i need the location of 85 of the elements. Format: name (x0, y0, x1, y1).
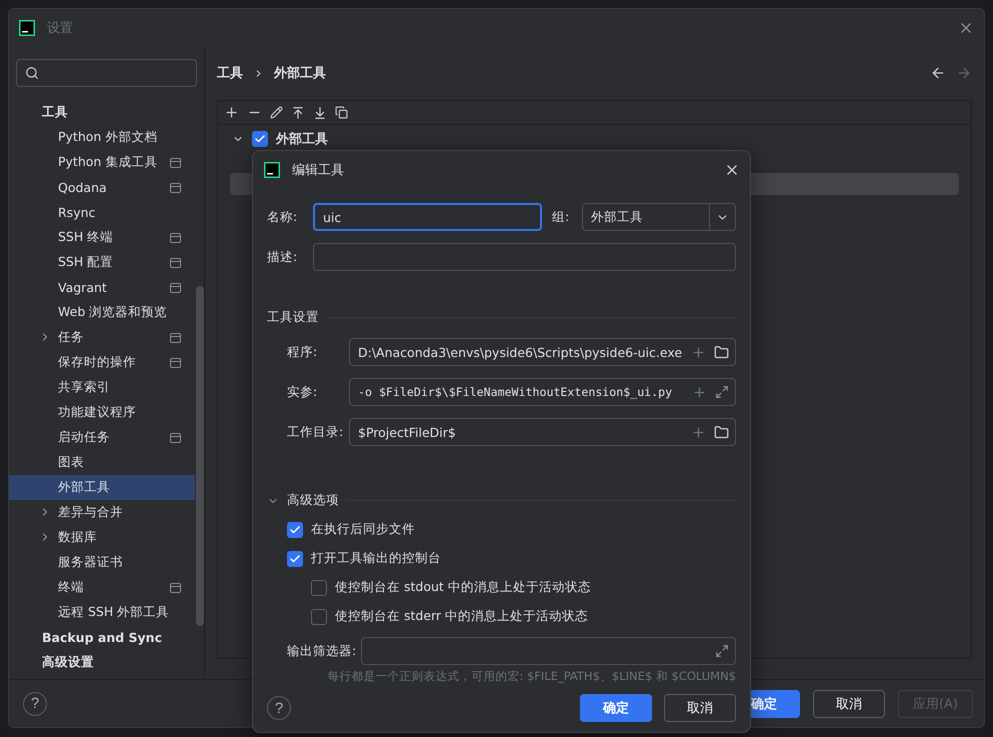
project-icon (170, 282, 181, 292)
option-label: 使控制台在 stdout 中的消息上处于活动状态 (335, 579, 591, 596)
field-label: 程序: (287, 344, 318, 361)
field-label: 名称: (267, 208, 298, 226)
sidebar-item[interactable]: 差异与合并 (9, 500, 195, 525)
dialog-button[interactable]: 取消 (664, 694, 736, 722)
sidebar-item[interactable]: Vagrant (9, 275, 195, 300)
checkbox[interactable] (252, 131, 268, 147)
sidebar-item[interactable]: 保存时的操作 (9, 350, 195, 375)
hint-text: 每行都是一个正则表达式，可用的宏: $FILE_PATH$、$LINE$ 和 $COLUMN$ (327, 669, 736, 684)
option-label: 使控制台在 stderr 中的消息上处于活动状态 (335, 608, 588, 626)
checkbox[interactable] (287, 550, 303, 567)
field-label: 输出筛选器: (287, 642, 355, 660)
app-logo-icon (19, 20, 35, 36)
project-icon (170, 358, 181, 368)
search-icon (25, 66, 39, 80)
input-field[interactable]: $ProjectFileDir$ (349, 418, 736, 446)
sidebar-item[interactable]: 任务 (9, 325, 195, 350)
project-icon (170, 158, 181, 168)
sidebar-item[interactable]: SSH 终端 (9, 225, 195, 250)
expand-icon[interactable] (715, 385, 729, 400)
option-label: 打开工具输出的控制台 (311, 550, 441, 568)
move-down-icon[interactable] (313, 106, 327, 120)
sidebar-item[interactable]: Web 浏览器和预览 (9, 300, 195, 325)
help-button[interactable]: ? (267, 696, 291, 720)
field-label: 实参: (287, 384, 318, 401)
dialog-button[interactable]: 确定 (580, 694, 652, 722)
breadcrumb-item[interactable]: 外部工具 (274, 64, 326, 82)
sidebar-item[interactable]: 高级设置 (9, 650, 195, 675)
project-icon (170, 432, 181, 442)
group-dropdown[interactable]: 外部工具 (582, 203, 736, 232)
folder-icon[interactable] (714, 344, 729, 360)
sidebar-item[interactable]: Python 集成工具 (9, 150, 195, 175)
tree-group-label[interactable]: 外部工具 (276, 130, 328, 148)
sidebar-item[interactable]: Rsync (9, 200, 195, 225)
sidebar-item[interactable]: 终端 (9, 575, 195, 600)
sidebar-item[interactable]: 图表 (9, 450, 195, 475)
add-icon[interactable] (224, 105, 239, 120)
dialog-button[interactable]: 取消 (812, 690, 885, 718)
scrollbar[interactable] (196, 286, 204, 626)
check-icon (289, 524, 301, 536)
sidebar-item[interactable]: 共享索引 (9, 375, 195, 400)
input-field[interactable]: D:\Anaconda3\envs\pyside6\Scripts\pyside6-uic.exe (349, 338, 736, 366)
field-label: 工作目录: (287, 424, 343, 441)
copy-icon[interactable] (335, 106, 348, 119)
check-icon (254, 133, 266, 145)
sidebar-item[interactable]: Qodana (9, 175, 195, 200)
sidebar-item[interactable]: 工具 (9, 100, 195, 125)
checkbox[interactable] (311, 608, 327, 625)
project-icon (170, 258, 181, 268)
project-icon (170, 232, 181, 242)
sidebar-item[interactable]: 启动任务 (9, 425, 195, 450)
field-label: 描述: (267, 248, 298, 266)
window-title: 设置 (47, 20, 74, 36)
description-field[interactable] (313, 243, 736, 272)
sidebar-item[interactable]: 外部工具 (9, 475, 195, 500)
sidebar-item[interactable]: 服务器证书 (9, 550, 195, 575)
sidebar-item[interactable]: 功能建议程序 (9, 400, 195, 425)
check-icon (289, 552, 301, 565)
sidebar-item[interactable]: Backup and Sync (9, 625, 195, 650)
name-field[interactable]: uic (313, 203, 542, 232)
sidebar-item[interactable]: Python 外部文档 (9, 125, 195, 150)
pencil-icon[interactable] (270, 106, 283, 119)
app-logo-icon (264, 162, 280, 178)
checkbox[interactable] (287, 522, 303, 538)
help-button[interactable]: ? (23, 692, 47, 716)
output-filter-field[interactable] (361, 637, 736, 666)
sidebar-item[interactable]: 数据库 (9, 525, 195, 550)
project-icon (170, 582, 181, 592)
move-up-icon[interactable] (291, 106, 305, 120)
dialog-title: 编辑工具 (292, 162, 345, 180)
project-icon (170, 332, 181, 342)
sidebar-item[interactable]: 远程 SSH 外部工具 (9, 600, 195, 625)
search-field[interactable] (16, 59, 197, 87)
project-icon (170, 182, 181, 192)
field-label: 组: (552, 208, 570, 226)
breadcrumb-item[interactable]: 工具 (217, 64, 243, 82)
expand-icon[interactable] (715, 644, 729, 658)
section-title: 工具设置 (267, 309, 319, 326)
sidebar-item[interactable]: SSH 配置 (9, 250, 195, 275)
input-field[interactable]: -o $FileDir$\$FileNameWithoutExtension$_ui.py (349, 378, 736, 406)
option-label: 在执行后同步文件 (311, 521, 415, 538)
folder-icon[interactable] (714, 424, 729, 440)
checkbox[interactable] (311, 580, 327, 596)
section-title: 高级选项 (287, 492, 339, 510)
